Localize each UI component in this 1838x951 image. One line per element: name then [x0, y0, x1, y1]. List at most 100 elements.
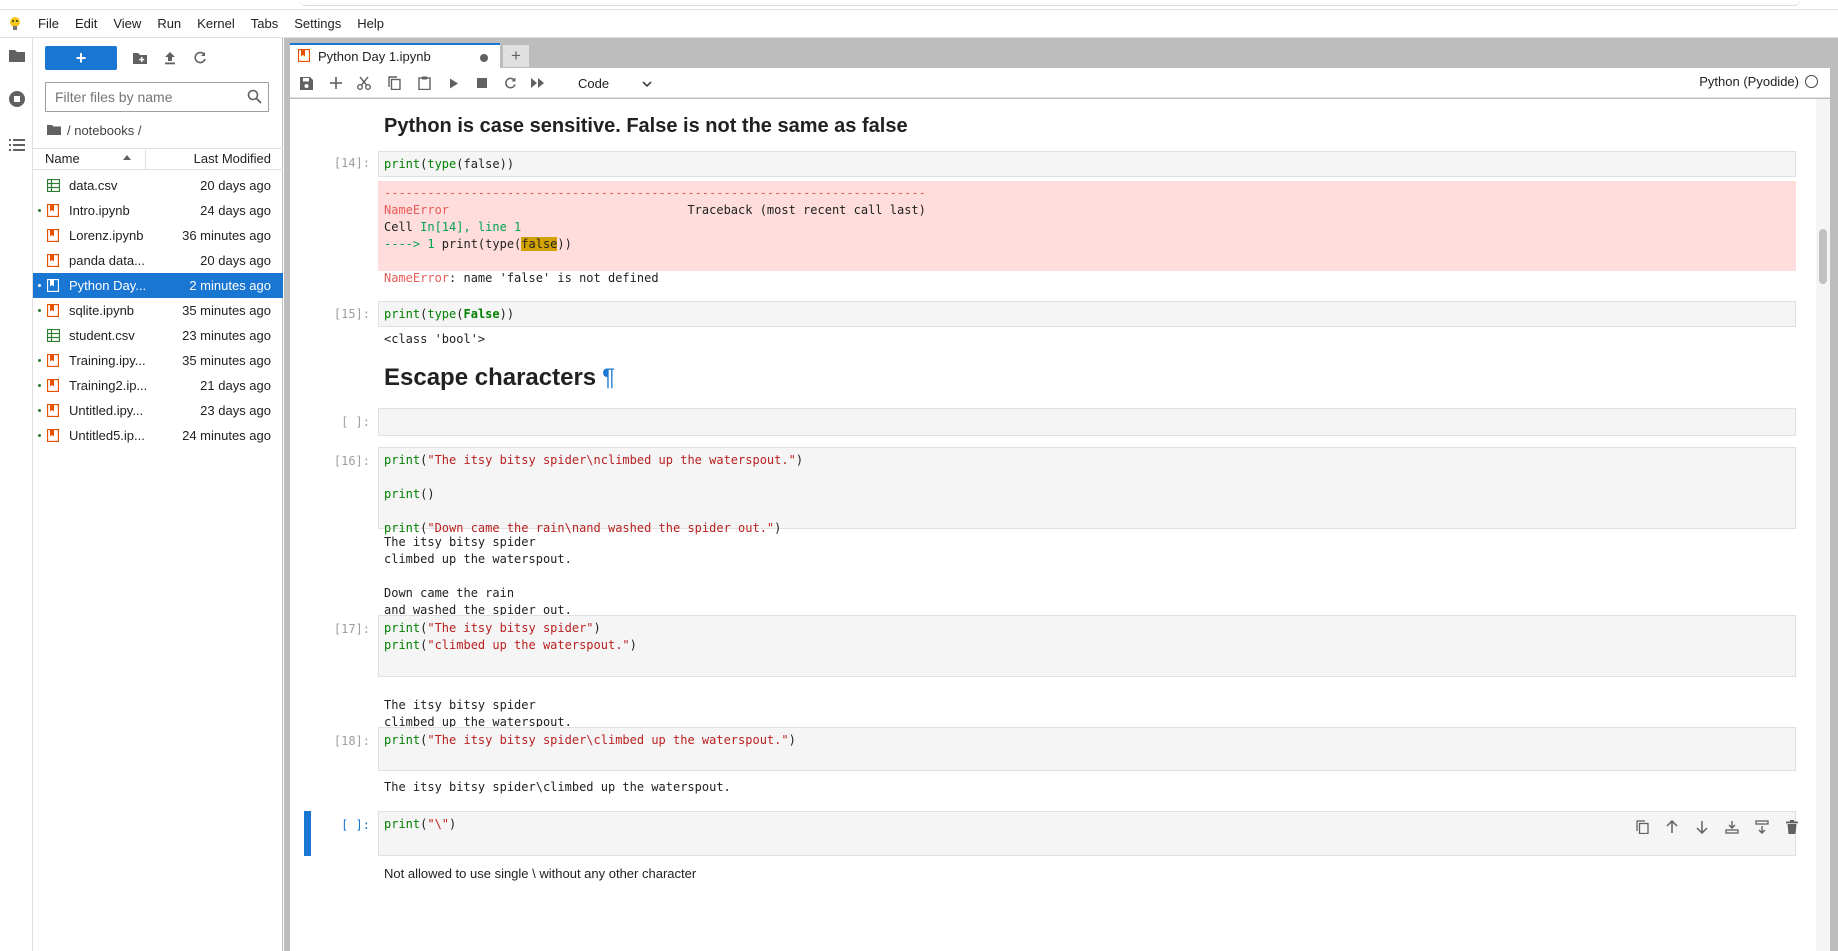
- scrollbar-thumb[interactable]: [1819, 229, 1827, 284]
- menu-edit[interactable]: Edit: [67, 10, 105, 38]
- file-row[interactable]: Untitled.ipy... 23 days ago: [33, 398, 283, 423]
- file-row[interactable]: Intro.ipynb 24 days ago: [33, 198, 283, 223]
- folder-icon[interactable]: [47, 123, 61, 138]
- cell-18-editor[interactable]: print("The itsy bitsy spider\climbed up …: [378, 727, 1796, 771]
- file-name: student.csv: [69, 328, 135, 343]
- run-icon[interactable]: [442, 72, 466, 94]
- code-token: print: [384, 733, 421, 747]
- interrupt-stop-icon[interactable]: [470, 72, 494, 94]
- cell-14-prompt: [14]:: [333, 156, 370, 170]
- cell-16-editor[interactable]: print("The itsy bitsy spider\nclimbed up…: [378, 447, 1796, 535]
- file-row[interactable]: Lorenz.ipynb 36 minutes ago: [33, 223, 283, 248]
- code-token: print: [384, 638, 421, 652]
- add-tab-label: +: [511, 46, 521, 65]
- file-name: data.csv: [69, 178, 118, 193]
- restart-icon[interactable]: [498, 72, 522, 94]
- plus-icon: +: [75, 47, 87, 68]
- code-token: print: [384, 521, 421, 535]
- search-icon: [247, 89, 262, 107]
- error-code: )): [557, 237, 572, 251]
- file-modified: 36 minutes ago: [182, 228, 271, 243]
- file-row[interactable]: data.csv 20 days ago: [33, 173, 283, 198]
- cell-15-prompt: [15]:: [333, 307, 370, 321]
- unsaved-dot-icon[interactable]: [480, 54, 488, 62]
- menu-file[interactable]: File: [30, 10, 67, 38]
- folder-icon[interactable]: [0, 38, 33, 72]
- filter-files-input[interactable]: [55, 89, 245, 105]
- cell-15-output: <class 'bool'>: [384, 332, 486, 346]
- heading-anchor-link[interactable]: ¶: [602, 364, 615, 391]
- file-browser: + / notebooks / Name Last Modified data.…: [33, 38, 283, 951]
- column-last-modified-header[interactable]: Last Modified: [146, 149, 283, 169]
- file-modified: 24 minutes ago: [182, 428, 271, 443]
- menu-help[interactable]: Help: [349, 10, 392, 38]
- kernel-status[interactable]: Python (Pyodide): [1699, 74, 1818, 89]
- table-of-contents-icon[interactable]: [0, 128, 33, 162]
- menu-run[interactable]: Run: [149, 10, 189, 38]
- restart-run-all-icon[interactable]: [526, 72, 550, 94]
- error-arrow: ----> 1: [384, 237, 442, 251]
- save-icon[interactable]: [294, 72, 318, 94]
- menu-settings[interactable]: Settings: [286, 10, 349, 38]
- cut-icon[interactable]: [352, 72, 376, 94]
- empty-cell-editor[interactable]: [378, 408, 1796, 436]
- code-token: ): [788, 733, 796, 747]
- new-launcher-button[interactable]: +: [45, 46, 117, 70]
- code-token: print: [384, 621, 421, 635]
- add-tab-button[interactable]: +: [503, 45, 529, 67]
- file-modified: 23 days ago: [200, 403, 271, 418]
- menu-items: File Edit View Run Kernel Tabs Settings Help: [30, 10, 392, 38]
- menu-view[interactable]: View: [105, 10, 149, 38]
- markdown-heading-case-sensitive: Python is case sensitive. False is not t…: [384, 115, 908, 137]
- jupyterlite-logo-icon[interactable]: [0, 10, 30, 38]
- cell-15-editor[interactable]: print(type(False)): [378, 301, 1796, 327]
- running-indicator-icon: [38, 284, 41, 287]
- code-token: type: [427, 307, 457, 321]
- duplicate-cell-icon[interactable]: [1634, 819, 1650, 835]
- menu-tabs[interactable]: Tabs: [243, 10, 286, 38]
- file-row[interactable]: student.csv 23 minutes ago: [33, 323, 283, 348]
- notebook-content[interactable]: Python is case sensitive. False is not t…: [290, 99, 1830, 951]
- left-sidebar-rail: [0, 38, 33, 951]
- notebook-scrollbar[interactable]: [1816, 99, 1830, 951]
- file-row[interactable]: Untitled5.ip... 24 minutes ago: [33, 423, 283, 448]
- file-modified: 35 minutes ago: [182, 353, 271, 368]
- paste-icon[interactable]: [412, 72, 436, 94]
- cell-type-select[interactable]: Code: [572, 71, 656, 95]
- new-folder-icon[interactable]: [127, 46, 153, 70]
- code-token: print: [384, 817, 421, 831]
- menu-kernel[interactable]: Kernel: [189, 10, 243, 38]
- cell-18-prompt: [18]:: [333, 734, 370, 748]
- file-row[interactable]: Python Day... 2 minutes ago: [33, 273, 283, 298]
- file-row[interactable]: Training2.ip... 21 days ago: [33, 373, 283, 398]
- breadcrumb: / notebooks /: [47, 120, 141, 140]
- move-down-icon[interactable]: [1694, 819, 1710, 835]
- notebook-icon: [297, 48, 311, 65]
- error-highlight: false: [521, 237, 558, 251]
- main-dock-area: Python Day 1.ipynb + Code Python (Pyodid…: [284, 38, 1838, 951]
- insert-below-icon[interactable]: [1754, 819, 1770, 835]
- code-string: "\": [427, 817, 450, 831]
- tab-python-day-1[interactable]: Python Day 1.ipynb: [290, 43, 500, 68]
- notebook-icon: [46, 253, 60, 268]
- delete-cell-icon[interactable]: [1784, 819, 1800, 835]
- column-name-header[interactable]: Name: [33, 149, 146, 169]
- refresh-icon[interactable]: [187, 46, 213, 70]
- file-row[interactable]: sqlite.ipynb 35 minutes ago: [33, 298, 283, 323]
- cell-14-editor[interactable]: print(type(false)): [378, 151, 1796, 177]
- copy-icon[interactable]: [382, 72, 406, 94]
- breadcrumb-path[interactable]: / notebooks /: [67, 123, 141, 138]
- insert-above-icon[interactable]: [1724, 819, 1740, 835]
- column-name-label: Name: [45, 151, 80, 166]
- active-cell-editor[interactable]: print("\"): [378, 811, 1796, 856]
- file-row[interactable]: panda data... 20 days ago: [33, 248, 283, 273]
- cell-17-editor[interactable]: print("The itsy bitsy spider") print("cl…: [378, 615, 1796, 677]
- upload-icon[interactable]: [157, 46, 183, 70]
- insert-cell-icon[interactable]: [324, 72, 348, 94]
- code-token: print: [384, 487, 421, 501]
- running-sessions-icon[interactable]: [0, 82, 33, 116]
- code-token: False: [463, 307, 500, 321]
- file-row[interactable]: Training.ipy... 35 minutes ago: [33, 348, 283, 373]
- filter-files-box: [45, 82, 269, 112]
- move-up-icon[interactable]: [1664, 819, 1680, 835]
